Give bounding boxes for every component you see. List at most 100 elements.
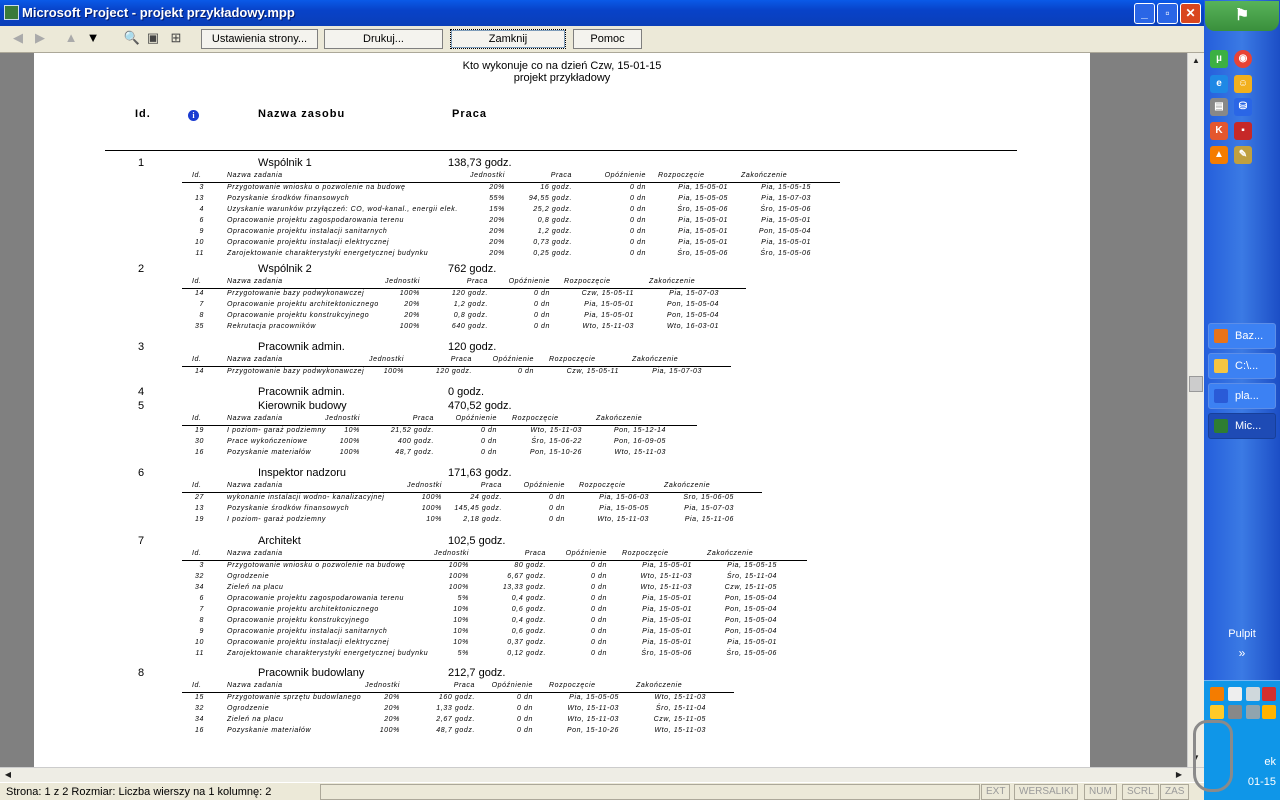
taskbar-item-label: pla... <box>1235 390 1259 402</box>
app-icon <box>4 5 19 20</box>
task-table-rule <box>182 182 840 183</box>
scroll-thumb[interactable] <box>1189 376 1203 392</box>
task-start: Pia, 15-05-05 <box>678 195 728 202</box>
tray-icon-6[interactable] <box>1228 705 1242 719</box>
task-delay: 0 dn <box>590 573 607 580</box>
task-delay: 0 dn <box>480 449 497 456</box>
task-col-delay: Opóźnienie <box>455 415 497 422</box>
task-col-finish: Zakończenie <box>632 356 679 363</box>
print-preview-toolbar: ◀ ▶ ▲ ▼ 🔍 ▣ ⊞ Ustawienia strony... Druku… <box>0 26 1204 53</box>
task-finish: Śro, 15-05-06 <box>760 206 811 213</box>
start-button[interactable]: ⚑ <box>1205 1 1279 31</box>
task-name: Opracowanie projektu instalacji sanitarn… <box>227 228 388 235</box>
task-start: Pia, 15-05-01 <box>678 228 728 235</box>
multiple-pages-icon[interactable]: ⊞ <box>166 29 186 49</box>
status-caps: WERSALIKI <box>1014 784 1079 800</box>
chrome-icon[interactable]: ◉ <box>1234 50 1252 68</box>
warning-icon[interactable] <box>1262 705 1276 719</box>
task-col-start: Rozpoczęcie <box>549 356 596 363</box>
task-id: 8 <box>199 312 204 319</box>
task-delay: 0 dn <box>533 312 550 319</box>
taskbar-item[interactable]: Baz... <box>1208 323 1276 349</box>
ie-icon[interactable]: e <box>1210 75 1228 93</box>
network-icon[interactable] <box>1262 687 1276 701</box>
task-start: Pia, 15-05-05 <box>569 694 619 701</box>
task-id: 32 <box>195 705 204 712</box>
task-delay: 0 dn <box>516 727 533 734</box>
page-up-icon[interactable]: ▲ <box>61 29 81 49</box>
page-setup-button[interactable]: Ustawienia strony... <box>201 29 318 49</box>
task-col-delay: Opóźnienie <box>491 682 533 689</box>
task-col-finish: Zakończenie <box>596 415 643 422</box>
taskbar-item-label: Mic... <box>1235 420 1262 432</box>
task-col-id: Id. <box>192 356 202 363</box>
task-id: 19 <box>195 427 204 434</box>
desktop-label[interactable]: Pulpit <box>1204 628 1280 640</box>
task-finish: Śro, 15-05-06 <box>760 250 811 257</box>
office-assistant-clip-icon[interactable] <box>1193 720 1233 792</box>
messenger-icon[interactable]: ☺ <box>1234 75 1252 93</box>
task-id: 14 <box>195 368 204 375</box>
task-finish: Pon, 15-05-04 <box>666 301 719 308</box>
task-name: Zieleń na placu <box>227 584 284 591</box>
drive-icon[interactable]: ⛁ <box>1234 98 1252 116</box>
help-button[interactable]: Pomoc <box>573 29 642 49</box>
resource-work: 138,73 godz. <box>448 157 512 169</box>
tray-icon-5[interactable] <box>1210 705 1224 719</box>
taskbar-item[interactable]: C:\... <box>1208 353 1276 379</box>
task-col-name: Nazwa zadania <box>227 172 283 179</box>
page-down-icon[interactable]: ▼ <box>83 29 103 49</box>
taskbar-item[interactable]: pla... <box>1208 383 1276 409</box>
task-id: 34 <box>195 716 204 723</box>
clock-date: 01-15 <box>1247 776 1276 788</box>
task-col-start: Rozpoczęcie <box>512 415 559 422</box>
col-id-header: Id. <box>135 108 151 120</box>
media-icon[interactable]: ▤ <box>1210 98 1228 116</box>
scroll-left-icon[interactable]: ◀ <box>0 768 16 782</box>
page-left-icon[interactable]: ◀ <box>8 29 28 49</box>
task-delay: 0 dn <box>548 516 565 523</box>
task-start: Śro, 15-05-06 <box>677 206 728 213</box>
task-delay: 0 dn <box>533 323 550 330</box>
task-table-rule <box>182 692 734 693</box>
utorrent-icon[interactable]: µ <box>1210 50 1228 68</box>
zoom-icon[interactable]: 🔍 <box>122 29 142 49</box>
task-id: 6 <box>199 595 204 602</box>
task-id: 11 <box>195 650 204 657</box>
resource-name: Architekt <box>258 535 301 547</box>
clock[interactable]: ek 01-15 <box>1248 752 1276 792</box>
tray-search-icon[interactable] <box>1228 687 1242 701</box>
vertical-scrollbar[interactable]: ▲ ▼ <box>1187 53 1204 767</box>
task-start: Pon, 15-10-26 <box>529 449 582 456</box>
chevron-down-icon[interactable]: » <box>1204 646 1280 660</box>
one-page-icon[interactable]: ▣ <box>143 29 163 49</box>
kt-icon[interactable]: K <box>1210 122 1228 140</box>
scroll-up-icon[interactable]: ▲ <box>1188 53 1204 69</box>
status-ext: EXT <box>981 784 1011 800</box>
task-start: Wto, 15-11-03 <box>597 516 649 523</box>
tray-icon-1[interactable] <box>1210 687 1224 701</box>
print-button[interactable]: Drukuj... <box>324 29 443 49</box>
app-icon <box>1214 329 1228 343</box>
scroll-right-icon[interactable]: ▶ <box>1171 768 1187 782</box>
task-col-start: Rozpoczęcie <box>622 550 669 557</box>
volume-icon[interactable] <box>1246 687 1260 701</box>
taskbar: ⚑ µ ◉ e ☺ ▤ ⛁ K ▪ ▲ ✎ Baz... C:\... pla...… <box>1204 0 1280 800</box>
minimize-button[interactable]: _ <box>1134 3 1155 24</box>
task-col-id: Id. <box>192 682 202 689</box>
taskbar-item-label: C:\... <box>1235 360 1259 372</box>
taskbar-item[interactable]: Mic... <box>1208 413 1276 439</box>
close-window-button[interactable]: ✕ <box>1180 3 1201 24</box>
info-icon: i <box>188 110 199 121</box>
page-right-icon[interactable]: ▶ <box>30 29 50 49</box>
tools-icon[interactable]: ✎ <box>1234 146 1252 164</box>
horizontal-scrollbar[interactable]: ◀ ▶ <box>0 767 1204 782</box>
resource-id: 1 <box>138 157 145 169</box>
maximize-button[interactable]: ▫ <box>1157 3 1178 24</box>
vlc-icon[interactable]: ▲ <box>1210 146 1228 164</box>
preview-viewport: Kto wykonuje co na dzień Czw, 15-01-15 p… <box>0 53 1187 767</box>
save-icon[interactable]: ▪ <box>1234 122 1252 140</box>
tray-icon-7[interactable] <box>1246 705 1260 719</box>
close-preview-button[interactable]: Zamknij <box>450 29 566 49</box>
task-col-name: Nazwa zadania <box>227 356 283 363</box>
